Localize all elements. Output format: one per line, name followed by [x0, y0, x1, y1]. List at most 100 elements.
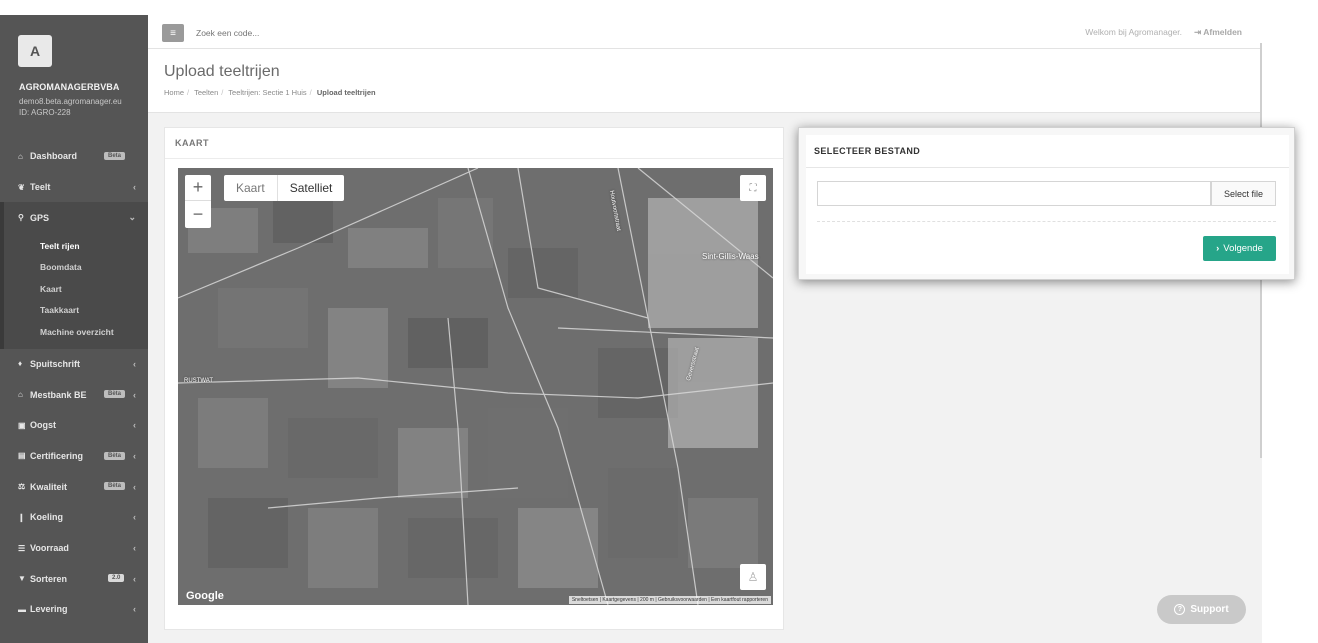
beta-badge: Bèta — [104, 482, 126, 491]
gps-submenu: Teelt rijen Boomdata Kaart Taakkaart Mac… — [0, 233, 148, 349]
sidebar-item-voorraad[interactable]: ☰ Voorraad ‹ — [0, 533, 148, 564]
sidebar-item-levering[interactable]: ▬ Levering ‹ — [0, 594, 148, 625]
satellite-map[interactable]: Sint-Gillis-Waas Houtvoortstraat Geverss… — [178, 168, 773, 605]
sidebar-item-dashboard[interactable]: ⌂ Dashboard Beta — [0, 141, 148, 172]
page-title: Upload teeltrijen — [164, 63, 280, 80]
sidebar-subitem-boomdata[interactable]: Boomdata — [4, 257, 148, 279]
company-domain: demo8.beta.agromanager.eu — [19, 97, 122, 106]
sidebar-item-koeling[interactable]: ❙ Koeling ‹ — [0, 502, 148, 533]
support-button[interactable]: ? Support — [1157, 595, 1246, 624]
divider — [817, 221, 1276, 222]
sidebar-item-certificering[interactable]: ▤ Certificering Bèta ‹ — [0, 441, 148, 472]
chevron-left-icon: ‹ — [133, 604, 136, 615]
street-view-button[interactable]: ♙ — [740, 564, 766, 590]
chevron-right-icon: › — [1216, 243, 1220, 254]
sidebar-item-sorteren[interactable]: ▼ Sorteren 2.0 ‹ — [0, 563, 148, 594]
fullscreen-button[interactable]: ⛶ — [740, 175, 766, 201]
zoom-out-button[interactable]: − — [185, 201, 211, 227]
logout-label: Afmelden — [1203, 27, 1242, 37]
map-type-control: Kaart Satelliet — [224, 175, 345, 201]
select-file-title: SELECTEER BESTAND — [814, 146, 921, 156]
breadcrumb-teeltrijen[interactable]: Teeltrijen: Sectie 1 Huis — [228, 88, 306, 97]
support-label: Support — [1190, 604, 1229, 615]
list-icon: ☰ — [18, 543, 26, 553]
select-file-button[interactable]: Select file — [1211, 181, 1276, 206]
chevron-left-icon: ‹ — [133, 573, 136, 584]
page-header: Upload teeltrijen Home / Teelten / Teeltri… — [148, 49, 1262, 113]
google-logo: Google — [186, 590, 224, 602]
breadcrumb-home[interactable]: Home — [164, 88, 184, 97]
map-type-satelliet-button[interactable]: Satelliet — [276, 175, 345, 201]
menu-toggle-button[interactable]: ≡ — [162, 24, 184, 42]
sidebar-item-label: Koeling — [30, 512, 63, 523]
file-path-input[interactable] — [817, 181, 1211, 206]
sidebar-item-oogst[interactable]: ▣ Oogst ‹ — [0, 410, 148, 441]
version-badge: 2.0 — [108, 574, 125, 583]
avatar[interactable]: A — [18, 35, 52, 67]
basket-icon: ▣ — [18, 420, 26, 430]
topbar: ≡ Welkom bij Agromanager. ⇥ Afmelden — [148, 15, 1262, 49]
sidebar-subitem-machine-overzicht[interactable]: Machine overzicht — [4, 321, 148, 343]
truck-icon: ▬ — [18, 604, 26, 614]
sidebar-nav: ⌂ Dashboard Beta ❦ Teelt ‹ ⚲ GPS ⌄ Teelt… — [0, 141, 148, 625]
chevron-left-icon: ‹ — [133, 182, 136, 193]
breadcrumb-current: Upload teeltrijen — [316, 88, 376, 97]
logout-icon: ⇥ — [1194, 27, 1204, 37]
map-panel: KAART Sint-Gillis-Waas Houtvoortstraat G… — [164, 127, 784, 630]
map-attribution[interactable]: Sneltoetsen | Kaartgegevens | 200 m | Ge… — [568, 596, 771, 604]
sidebar-item-label: Kwaliteit — [30, 481, 68, 492]
chevron-left-icon: ‹ — [133, 389, 136, 400]
sidebar-item-label: Voorraad — [30, 543, 69, 554]
chevron-down-icon: ⌄ — [128, 212, 136, 223]
sidebar-item-label: Certificering — [30, 450, 84, 461]
sidebar-item-label: Mestbank BE — [30, 389, 87, 400]
next-button[interactable]: › Volgende — [1203, 236, 1276, 261]
chevron-left-icon: ‹ — [133, 481, 136, 492]
hamburger-icon: ≡ — [170, 27, 176, 39]
breadcrumb-separator: / — [221, 88, 224, 97]
thermometer-icon: ❙ — [18, 512, 25, 522]
map-label-place: RUSTWAT — [184, 378, 213, 384]
sidebar-item-gps[interactable]: ⚲ GPS ⌄ — [0, 202, 148, 234]
sidebar-subitem-taakkaart[interactable]: Taakkaart — [4, 300, 148, 322]
map-panel-title: KAART — [175, 138, 209, 148]
filter-icon: ▼ — [18, 574, 26, 584]
app-shell: A AGROMANAGERBVBA demo8.beta.agromanager… — [0, 15, 1262, 643]
chevron-left-icon: ‹ — [133, 420, 136, 431]
select-file-card: SELECTEER BESTAND Select file › Volgende — [806, 135, 1289, 274]
company-id: ID: AGRO-228 — [19, 108, 71, 117]
sidebar-subitem-kaart[interactable]: Kaart — [4, 278, 148, 300]
sidebar-item-label: Spuitschrift — [30, 358, 81, 369]
sidebar-item-label: Dashboard — [30, 151, 78, 162]
logout-link[interactable]: ⇥ Afmelden — [1194, 27, 1242, 38]
select-file-panel: SELECTEER BESTAND Select file › Volgende — [798, 127, 1295, 280]
map-imagery — [178, 168, 773, 605]
breadcrumb: Home / Teelten / Teeltrijen: Sectie 1 Huis… — [164, 88, 379, 97]
certificate-icon: ▤ — [18, 451, 26, 461]
company-name: AGROMANAGERBVBA — [19, 82, 120, 92]
map-type-kaart-button[interactable]: Kaart — [224, 175, 277, 201]
chevron-left-icon: ‹ — [133, 450, 136, 461]
leaf-icon: ❦ — [18, 182, 25, 192]
sidebar-header: A AGROMANAGERBVBA demo8.beta.agromanager… — [0, 15, 148, 130]
sidebar-item-spuitschrift[interactable]: ♦ Spuitschrift ‹ — [0, 349, 148, 380]
divider — [165, 158, 783, 159]
sidebar-item-kwaliteit[interactable]: ⚖ Kwaliteit Bèta ‹ — [0, 471, 148, 502]
zoom-control: + − — [185, 175, 211, 228]
fullscreen-icon: ⛶ — [749, 182, 757, 194]
welcome-text: Welkom bij Agromanager. — [1085, 27, 1182, 37]
breadcrumb-teelten[interactable]: Teelten — [194, 88, 218, 97]
zoom-in-button[interactable]: + — [185, 175, 211, 201]
sidebar-item-label: Oogst — [30, 420, 56, 431]
sidebar-subitem-teelt-rijen[interactable]: Teelt rijen — [4, 235, 148, 257]
sidebar-item-mestbank[interactable]: ⌂ Mestbank BE Bèta ‹ — [0, 379, 148, 410]
sidebar-item-label: Sorteren — [30, 573, 68, 584]
sidebar-item-teelt[interactable]: ❦ Teelt ‹ — [0, 172, 148, 203]
chevron-left-icon: ‹ — [133, 358, 136, 369]
pegman-icon: ♙ — [747, 570, 759, 584]
drop-icon: ♦ — [18, 359, 23, 369]
beta-badge: Bèta — [104, 390, 126, 399]
beta-badge: Beta — [104, 152, 126, 160]
search-input[interactable] — [196, 24, 496, 42]
sidebar-item-label: Levering — [30, 604, 68, 615]
